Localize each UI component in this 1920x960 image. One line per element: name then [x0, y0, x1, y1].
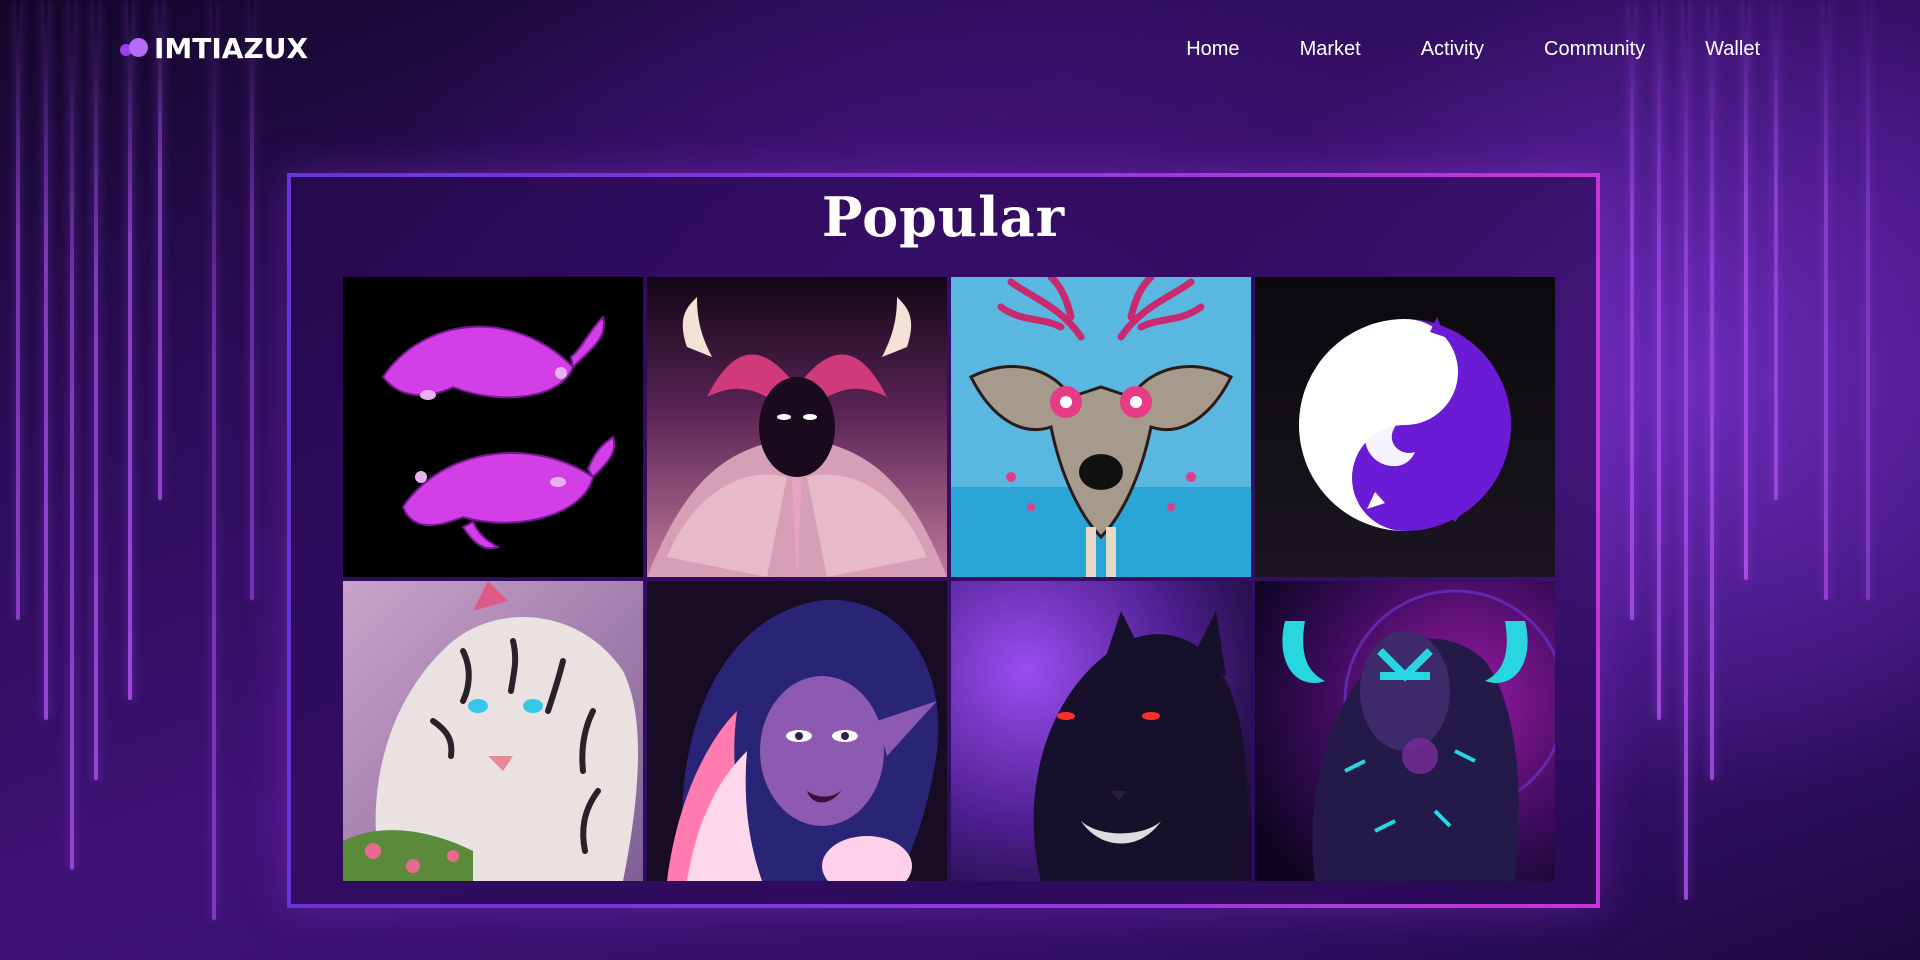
gallery-tile-black-panther[interactable]	[951, 581, 1251, 881]
gallery-tile-mystic-woman[interactable]	[647, 277, 947, 577]
nav-activity[interactable]: Activity	[1421, 38, 1484, 61]
popular-gallery-frame: Popular	[287, 173, 1600, 908]
gallery-tile-yin-yang-cat[interactable]	[1255, 277, 1555, 577]
gallery-title: Popular	[821, 185, 1066, 249]
black-panther-artwork	[951, 581, 1251, 881]
nav-market[interactable]: Market	[1300, 38, 1361, 61]
koi-fish-artwork	[343, 277, 643, 577]
yin-yang-cat-artwork	[1255, 277, 1555, 577]
stag-mask-artwork	[951, 277, 1251, 577]
white-tiger-artwork	[343, 581, 643, 881]
logo-dots-icon	[120, 34, 152, 64]
nav-home[interactable]: Home	[1186, 38, 1239, 61]
gallery-tile-white-tiger[interactable]	[343, 581, 643, 881]
gallery-tile-koi-fish[interactable]	[343, 277, 643, 577]
brand-logo[interactable]: IMTIAZUX	[120, 32, 308, 65]
gallery-tile-stag-mask[interactable]	[951, 277, 1251, 577]
top-header: IMTIAZUX Home Market Activity Community …	[0, 0, 1920, 100]
brand-name: IMTIAZUX	[154, 32, 309, 65]
mystic-woman-artwork	[647, 277, 947, 577]
elf-girl-artwork	[647, 581, 947, 881]
main-nav: Home Market Activity Community Wallet	[1126, 38, 1760, 61]
gallery-tile-cyber-demon[interactable]	[1255, 581, 1555, 881]
nav-community[interactable]: Community	[1544, 38, 1645, 61]
nav-wallet[interactable]: Wallet	[1705, 38, 1760, 61]
gallery-tile-elf-girl[interactable]	[647, 581, 947, 881]
cyber-demon-artwork	[1255, 581, 1555, 881]
gallery-grid	[343, 277, 1555, 881]
